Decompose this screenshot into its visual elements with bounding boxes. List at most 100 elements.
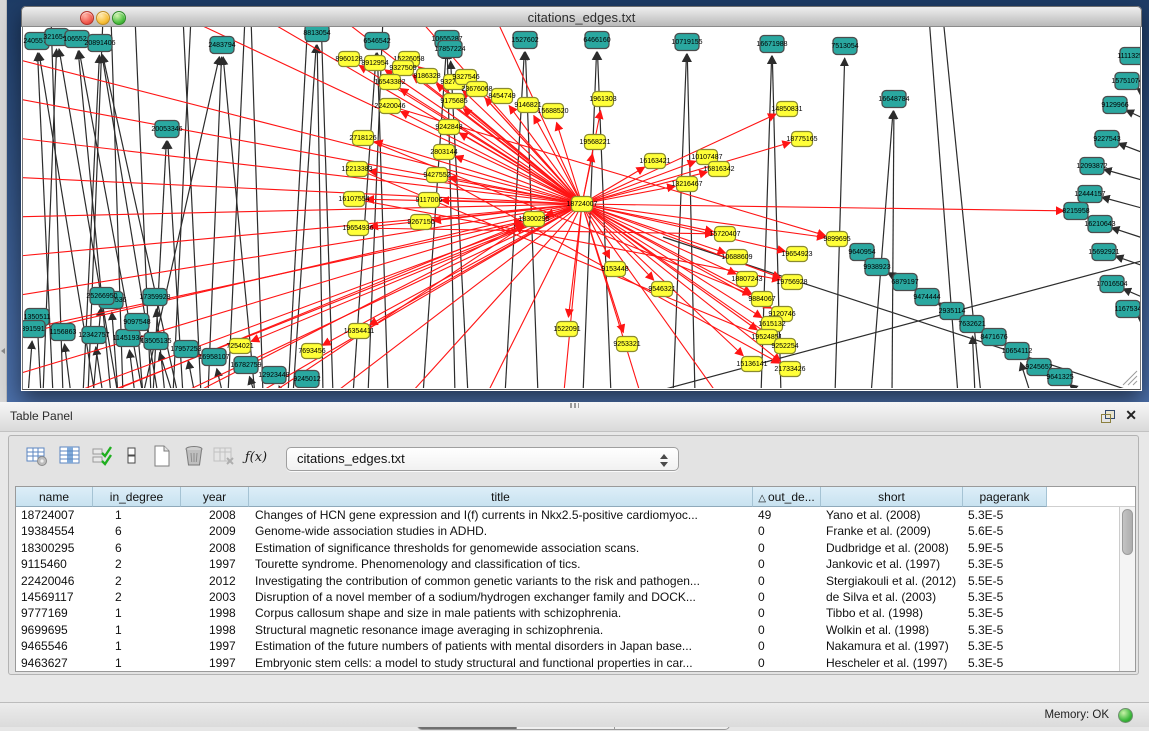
graph-edge[interactable] (943, 27, 981, 388)
graph-edge[interactable] (582, 204, 1064, 211)
graph-node-label: 16782759 (230, 362, 261, 369)
graph-node-label: 9884067 (748, 296, 775, 303)
stepper-up-icon (660, 454, 668, 459)
column-header-in-degree[interactable]: in_degree (93, 487, 181, 507)
table-row[interactable]: 19384554 6 2009 Genome-wide association … (16, 523, 1120, 539)
graph-edge[interactable] (1118, 143, 1140, 155)
table-row[interactable]: 22420046 2 2012 Investigating the contri… (16, 573, 1120, 589)
scrollbar-thumb[interactable] (1122, 509, 1133, 555)
graph-edge[interactable] (1123, 289, 1140, 300)
function-builder-icon[interactable]: ƒ(x) (242, 444, 270, 472)
graph-node-label: 15136141 (736, 361, 767, 368)
graph-node-label: 10107487 (691, 154, 722, 161)
graph-node-label: 9153448 (601, 266, 628, 273)
graph-node-label: 12093872 (1076, 163, 1107, 170)
close-icon[interactable]: ✕ (1125, 407, 1137, 423)
table-options-icon[interactable] (23, 444, 51, 472)
column-header-pagerank[interactable]: pagerank (963, 487, 1047, 507)
graph-edge[interactable] (188, 361, 195, 388)
graph-node-label: 2483794 (208, 42, 235, 49)
graph-node-label: 2935114 (939, 308, 966, 315)
graph-edge[interactable] (23, 204, 582, 217)
float-window-icon[interactable] (1101, 410, 1115, 423)
graph-node-label: 2718126 (349, 135, 376, 142)
graph-node-label: 15751074 (1111, 78, 1140, 85)
graph-edge[interactable] (582, 142, 790, 204)
graph-node-label: 6466160 (583, 37, 610, 44)
graph-edge[interactable] (65, 344, 71, 388)
graph-edge[interactable] (173, 27, 191, 388)
graph-node-label: 1615132 (758, 321, 785, 328)
graph-node-label: 16210643 (1084, 221, 1115, 228)
show-columns-icon[interactable] (56, 444, 84, 472)
selector-value: citations_edges.txt (297, 451, 405, 466)
new-table-icon[interactable] (148, 444, 176, 472)
graph-edge[interactable] (687, 54, 695, 388)
column-header-title[interactable]: title (249, 487, 753, 507)
column-header-short[interactable]: short (821, 487, 963, 507)
table-row[interactable]: 14569117 2 2003 Disruption of a novel me… (16, 589, 1120, 605)
graph-node-label: 15688520 (537, 108, 568, 115)
table-row[interactable]: 9699695 1 1998 Structural magnetic reson… (16, 622, 1120, 638)
graph-node-label: 15692921 (1088, 249, 1119, 256)
collapse-arrow-icon[interactable] (1, 348, 5, 354)
network-table-selector[interactable]: citations_edges.txt (286, 447, 679, 471)
network-window-titlebar[interactable]: citations_edges.txt (21, 6, 1142, 27)
graph-edge[interactable] (973, 336, 975, 388)
graph-node-label: 7693456 (298, 348, 325, 355)
table-row[interactable]: 18300295 6 2008 Estimation of significan… (16, 540, 1120, 556)
graph-edge[interactable] (317, 45, 323, 388)
splitter-grip[interactable] (570, 403, 579, 408)
table-row[interactable]: 18724007 1 2008 Changes of HCN gene expr… (16, 507, 1120, 523)
graph-edge[interactable] (28, 341, 32, 388)
table-row[interactable]: 9463627 1 1997 Embryonic stem cells: a m… (16, 655, 1120, 671)
graph-node-label: 6879197 (891, 279, 918, 286)
table-body: 18724007 1 2008 Changes of HCN gene expr… (16, 507, 1120, 671)
graph-node-label: 18807243 (731, 276, 762, 283)
column-header-year[interactable]: year (181, 487, 249, 507)
graph-node-label: 11451934 (113, 335, 144, 342)
graph-node-label: 16671988 (756, 41, 787, 48)
node-layer: 1872400789601288912954152260589327509165… (23, 27, 1140, 388)
table-row[interactable]: 9465546 1 1997 Estimation of the future … (16, 638, 1120, 654)
left-panel-sash[interactable] (0, 0, 7, 402)
canvas-resize-grip[interactable] (1123, 371, 1137, 385)
graph-node-label: 1167534 (1115, 306, 1140, 313)
graph-node-label: 16543382 (374, 79, 405, 86)
graph-edge[interactable] (1126, 110, 1140, 121)
graph-edge[interactable] (1104, 169, 1140, 182)
column-header-out-degree[interactable]: △out_de... (753, 487, 821, 507)
graph-edge[interactable] (321, 27, 333, 388)
delete-table-icon[interactable] (180, 444, 208, 472)
table-toolbar: ƒ(x) citations_edges.txt (9, 440, 1138, 480)
graph-node-label: 1522091 (553, 326, 580, 333)
graph-edge[interactable] (1102, 197, 1140, 210)
graph-edge[interactable] (23, 204, 582, 337)
graph-edge[interactable] (1111, 228, 1140, 240)
graph-node-label: 14850831 (771, 106, 802, 113)
node-table: name in_degree year title △out_de... sho… (15, 486, 1136, 672)
network-canvas[interactable]: 1872400789601288912954152260589327509165… (23, 27, 1140, 388)
table-row[interactable]: 9115460 2 1997 Tourette syndrome. Phenom… (16, 556, 1120, 572)
graph-edge[interactable] (1069, 384, 1083, 388)
graph-node-label: 22420046 (374, 103, 405, 110)
select-rows-icon[interactable] (88, 444, 116, 472)
graph-node-label: 8454749 (488, 93, 515, 100)
graph-edge[interactable] (153, 141, 166, 388)
graph-node-label: 8186328 (413, 73, 440, 80)
table-row[interactable]: 9777169 1 1998 Corpus callosum shape and… (16, 605, 1120, 621)
column-header-name[interactable]: name (16, 487, 93, 507)
graph-node-label: 8471676 (980, 334, 1007, 341)
row-height-icon[interactable] (118, 444, 146, 472)
network-window[interactable]: citations_edges.txt 18724007896012889129… (21, 6, 1142, 391)
status-bar: Memory: OK (0, 702, 1149, 727)
graph-node-label: 19568221 (579, 139, 610, 146)
graph-node-label: 19756928 (776, 279, 807, 286)
graph-edge[interactable] (929, 27, 958, 388)
graph-edge[interactable] (217, 369, 223, 388)
table-vertical-scrollbar[interactable] (1119, 507, 1135, 671)
graph-edge[interactable] (835, 58, 845, 388)
graph-edge[interactable] (673, 54, 687, 388)
graph-node-label: 8215958 (1062, 208, 1089, 215)
graph-edge[interactable] (892, 111, 894, 388)
